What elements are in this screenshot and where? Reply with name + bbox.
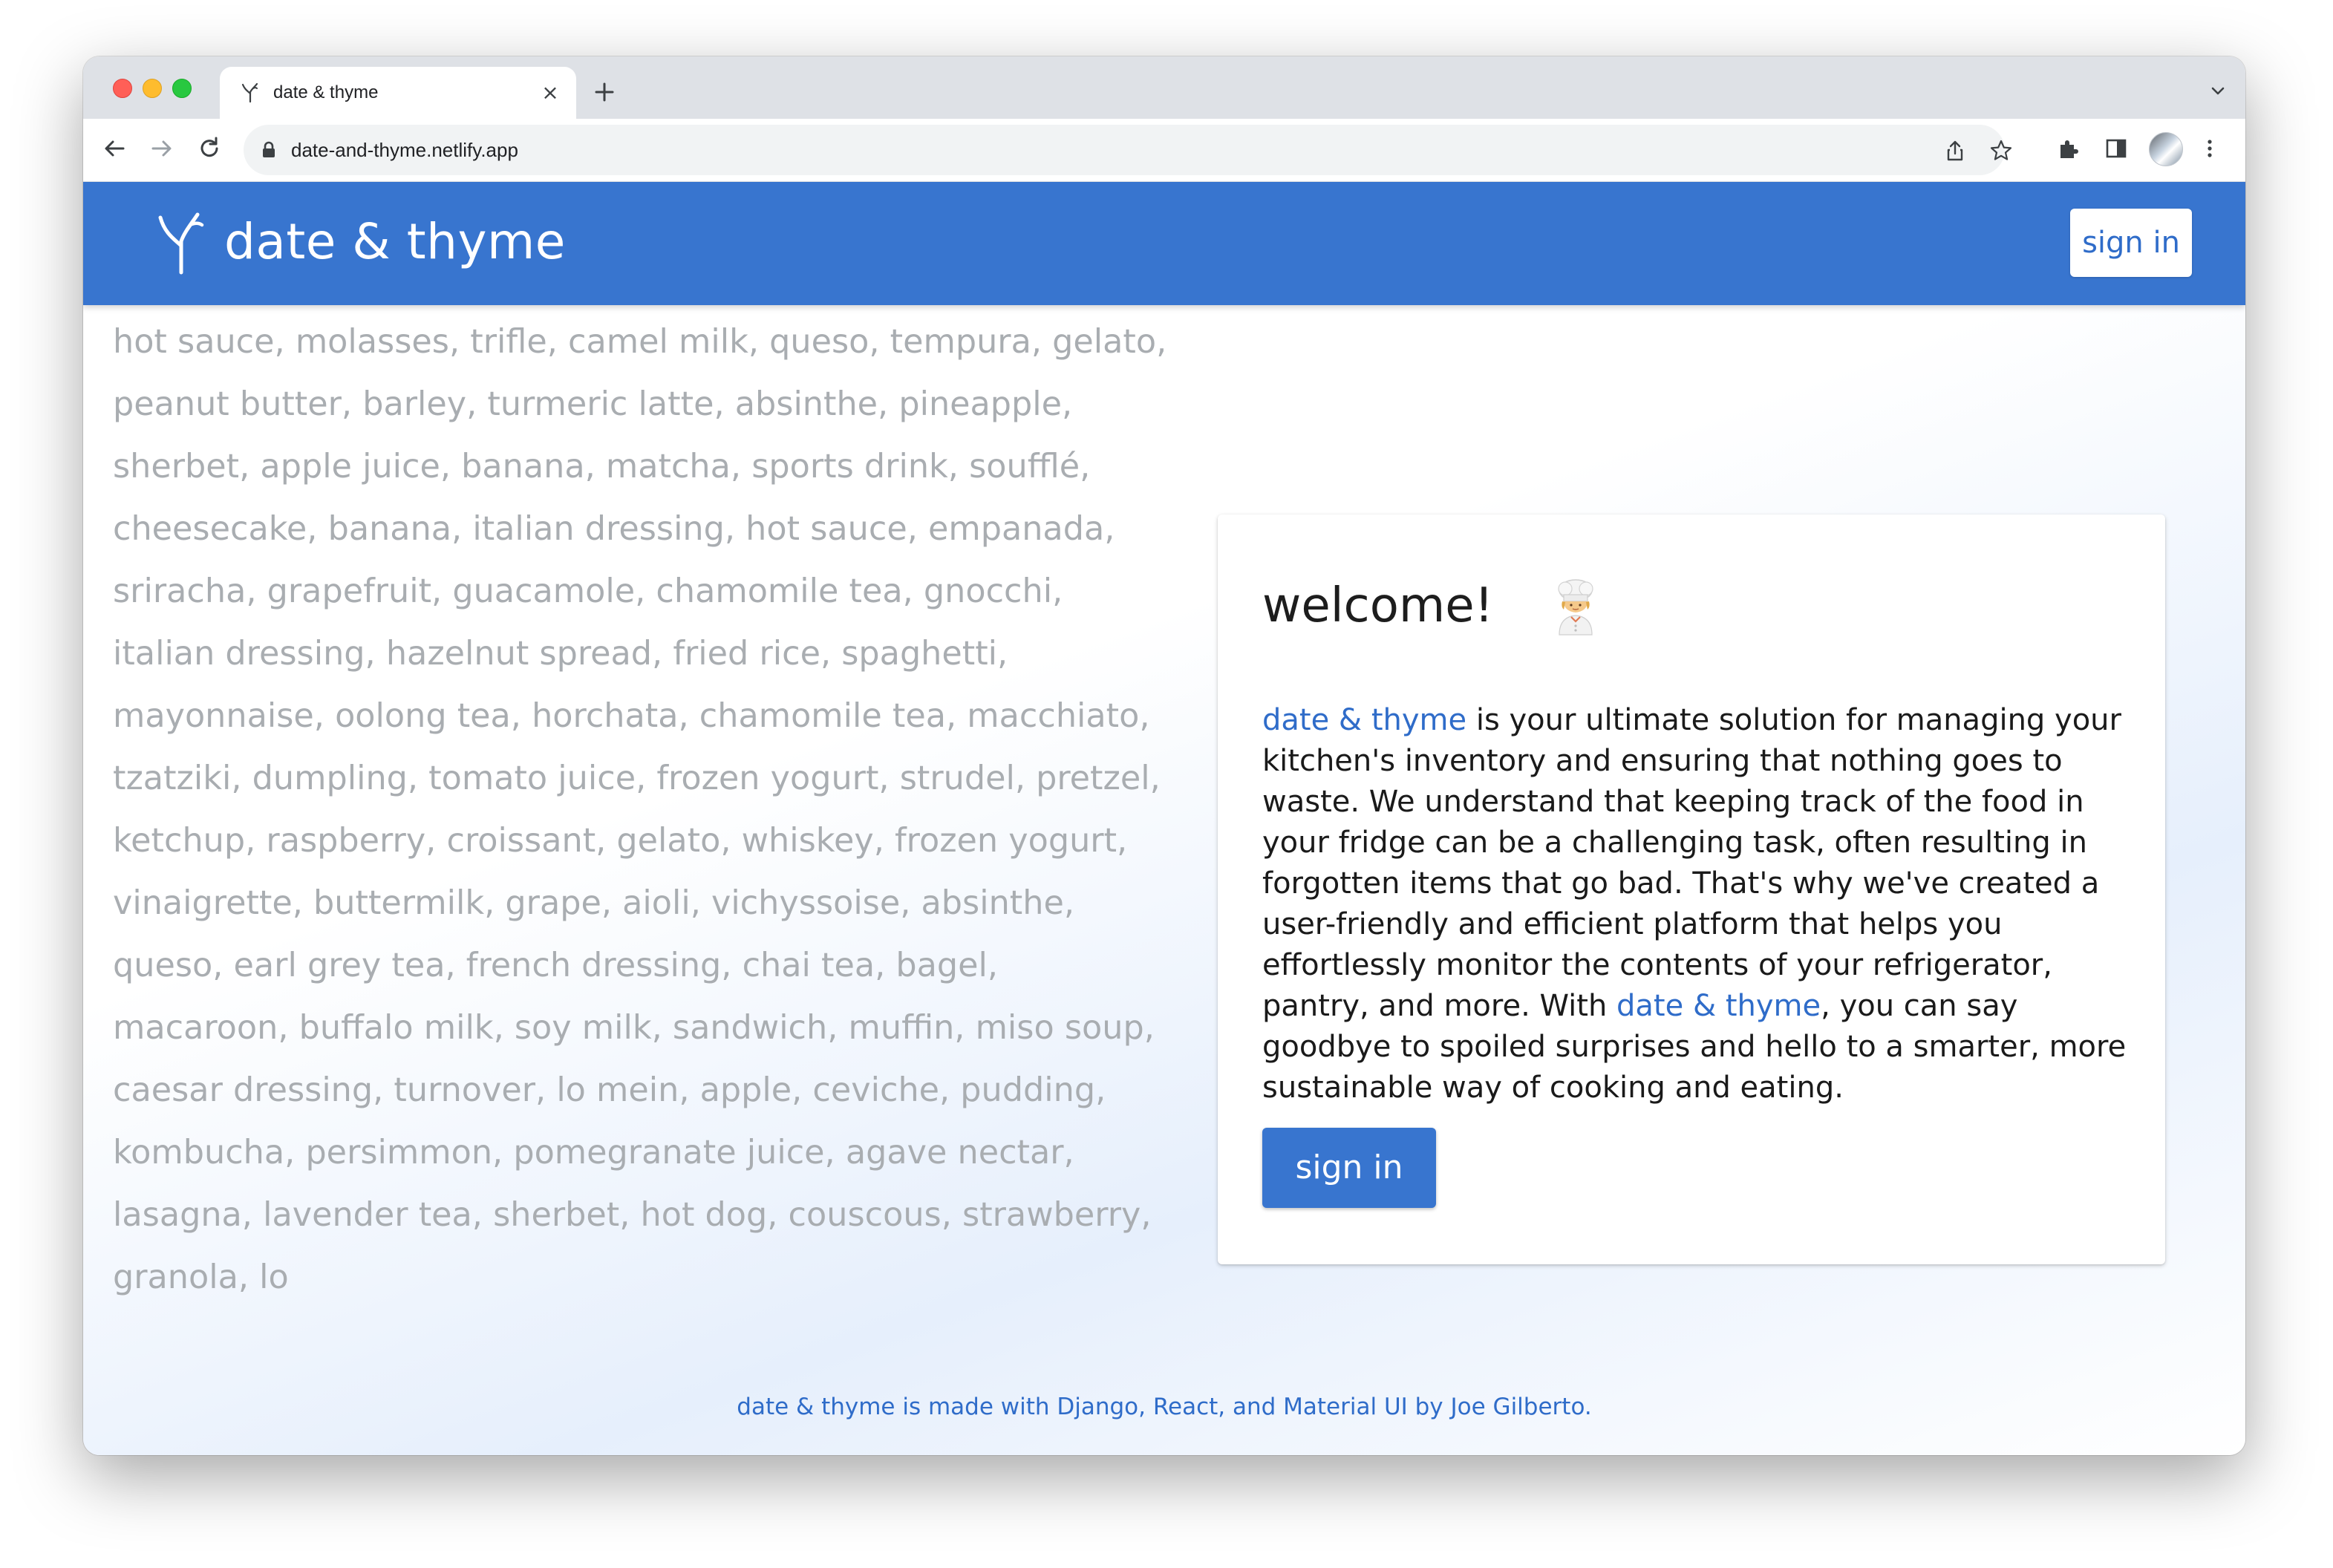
footer-credits[interactable]: date & thyme is made with Django, React,…: [83, 1392, 2245, 1422]
chef-emoji: [1558, 579, 1593, 636]
profile-avatar[interactable]: [2149, 132, 2183, 166]
description-text-1: is your ultimate solution for managing y…: [1262, 703, 2121, 1023]
extensions-icon[interactable]: [2055, 135, 2082, 162]
browser-window: date & thyme × date-and-thyme.netlify.ap…: [83, 56, 2245, 1455]
zoom-window-button[interactable]: [172, 79, 192, 98]
card-sign-in-button[interactable]: sign in: [1262, 1128, 1436, 1208]
card-description: date & thyme is your ultimate solution f…: [1262, 700, 2131, 1108]
forward-icon[interactable]: [147, 134, 177, 163]
tab-strip: date & thyme ×: [83, 56, 2245, 119]
reload-icon[interactable]: [195, 134, 224, 163]
close-window-button[interactable]: [113, 79, 132, 98]
brand-link[interactable]: date & thyme: [1616, 989, 1821, 1023]
tab-title: date & thyme: [273, 82, 379, 102]
close-icon[interactable]: ×: [538, 80, 563, 105]
side-panel-icon[interactable]: [2103, 135, 2130, 162]
app-header: date & thyme sign in: [83, 182, 2245, 305]
browser-toolbar: date-and-thyme.netlify.app: [83, 119, 2245, 182]
sprout-icon: [158, 212, 204, 275]
brand-link[interactable]: date & thyme: [1262, 703, 1466, 737]
food-word-wall: hot sauce, molasses, trifle, camel milk,…: [113, 323, 1167, 1296]
browser-tab[interactable]: date & thyme ×: [220, 67, 576, 119]
menu-icon[interactable]: [2196, 135, 2223, 162]
new-tab-icon[interactable]: [590, 77, 619, 107]
url-text[interactable]: date-and-thyme.netlify.app: [291, 138, 518, 162]
sprout-icon: [241, 82, 258, 103]
minimize-window-button[interactable]: [143, 79, 162, 98]
brand-title[interactable]: date & thyme: [224, 209, 566, 275]
tab-search-icon[interactable]: [2207, 80, 2229, 102]
star-icon[interactable]: [1988, 138, 2014, 163]
share-icon[interactable]: [1942, 138, 1968, 163]
web-page: date & thyme sign in hot sauce, molasses…: [83, 182, 2245, 1455]
back-icon[interactable]: [99, 134, 129, 163]
card-title: welcome!: [1262, 578, 1494, 633]
lock-icon[interactable]: [258, 140, 279, 160]
address-bar[interactable]: date-and-thyme.netlify.app: [244, 125, 2012, 175]
welcome-card: welcome! date & thyme is your ultimate s…: [1218, 514, 2165, 1264]
header-sign-in-button[interactable]: sign in: [2070, 209, 2192, 277]
